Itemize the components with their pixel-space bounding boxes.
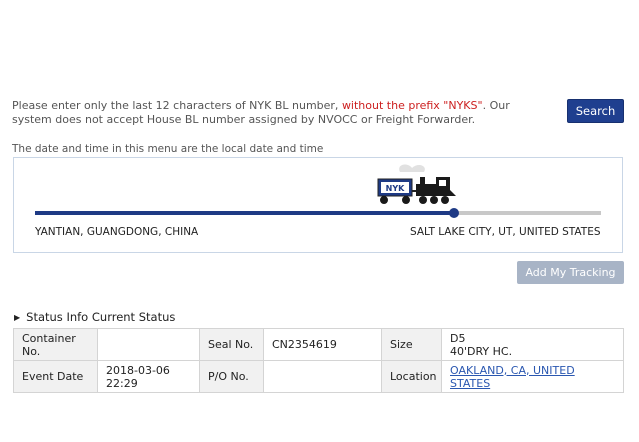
event-date: 2018-03-06 bbox=[106, 363, 170, 377]
route-panel bbox=[13, 157, 623, 253]
status-heading-label: Status Info Current Status bbox=[26, 310, 176, 324]
svg-text:NYK: NYK bbox=[386, 184, 405, 193]
container-no-label: Container No. bbox=[13, 328, 98, 361]
table-row: Event Date 2018-03-06 22:29 P/O No. Loca… bbox=[13, 360, 624, 393]
size-type: 40'DRY HC. bbox=[450, 344, 513, 358]
location-label: Location bbox=[381, 360, 442, 393]
event-date-value: 2018-03-06 22:29 bbox=[97, 360, 200, 393]
search-button[interactable]: Search bbox=[567, 99, 624, 123]
destination-location: SALT LAKE CITY, UT, UNITED STATES bbox=[410, 226, 601, 238]
size-code: D5 bbox=[450, 331, 466, 345]
status-heading[interactable]: ▶ Status Info Current Status bbox=[14, 310, 175, 324]
location-link[interactable]: OAKLAND, CA, UNITED STATES bbox=[450, 364, 575, 390]
instructions-highlight: without the prefix "NYKS" bbox=[341, 99, 483, 112]
local-time-note: The date and time in this menu are the l… bbox=[12, 143, 324, 155]
seal-no-label: Seal No. bbox=[199, 328, 264, 361]
event-time: 22:29 bbox=[106, 376, 138, 390]
origin-location: YANTIAN, GUANGDONG, CHINA bbox=[35, 226, 199, 238]
location-value: OAKLAND, CA, UNITED STATES bbox=[441, 360, 624, 393]
add-my-tracking-button[interactable]: Add My Tracking bbox=[517, 261, 624, 284]
bl-instructions: Please enter only the last 12 characters… bbox=[12, 99, 552, 127]
current-position-marker bbox=[449, 208, 459, 218]
container-no-value bbox=[97, 328, 200, 361]
seal-no-value: CN2354619 bbox=[263, 328, 382, 361]
train-icon: NYK bbox=[377, 164, 456, 204]
instructions-text-1: Please enter only the last 12 characters… bbox=[12, 99, 342, 112]
po-no-value bbox=[263, 360, 382, 393]
table-row: Container No. Seal No. CN2354619 Size D5… bbox=[13, 328, 624, 361]
size-value: D5 40'DRY HC. bbox=[441, 328, 624, 361]
po-no-label: P/O No. bbox=[199, 360, 264, 393]
route-progress-remaining bbox=[454, 211, 601, 215]
size-label: Size bbox=[381, 328, 442, 361]
status-info-table: Container No. Seal No. CN2354619 Size D5… bbox=[13, 328, 624, 393]
route-progress-completed bbox=[35, 211, 454, 215]
caret-right-icon: ▶ bbox=[14, 312, 21, 322]
event-date-label: Event Date bbox=[13, 360, 98, 393]
